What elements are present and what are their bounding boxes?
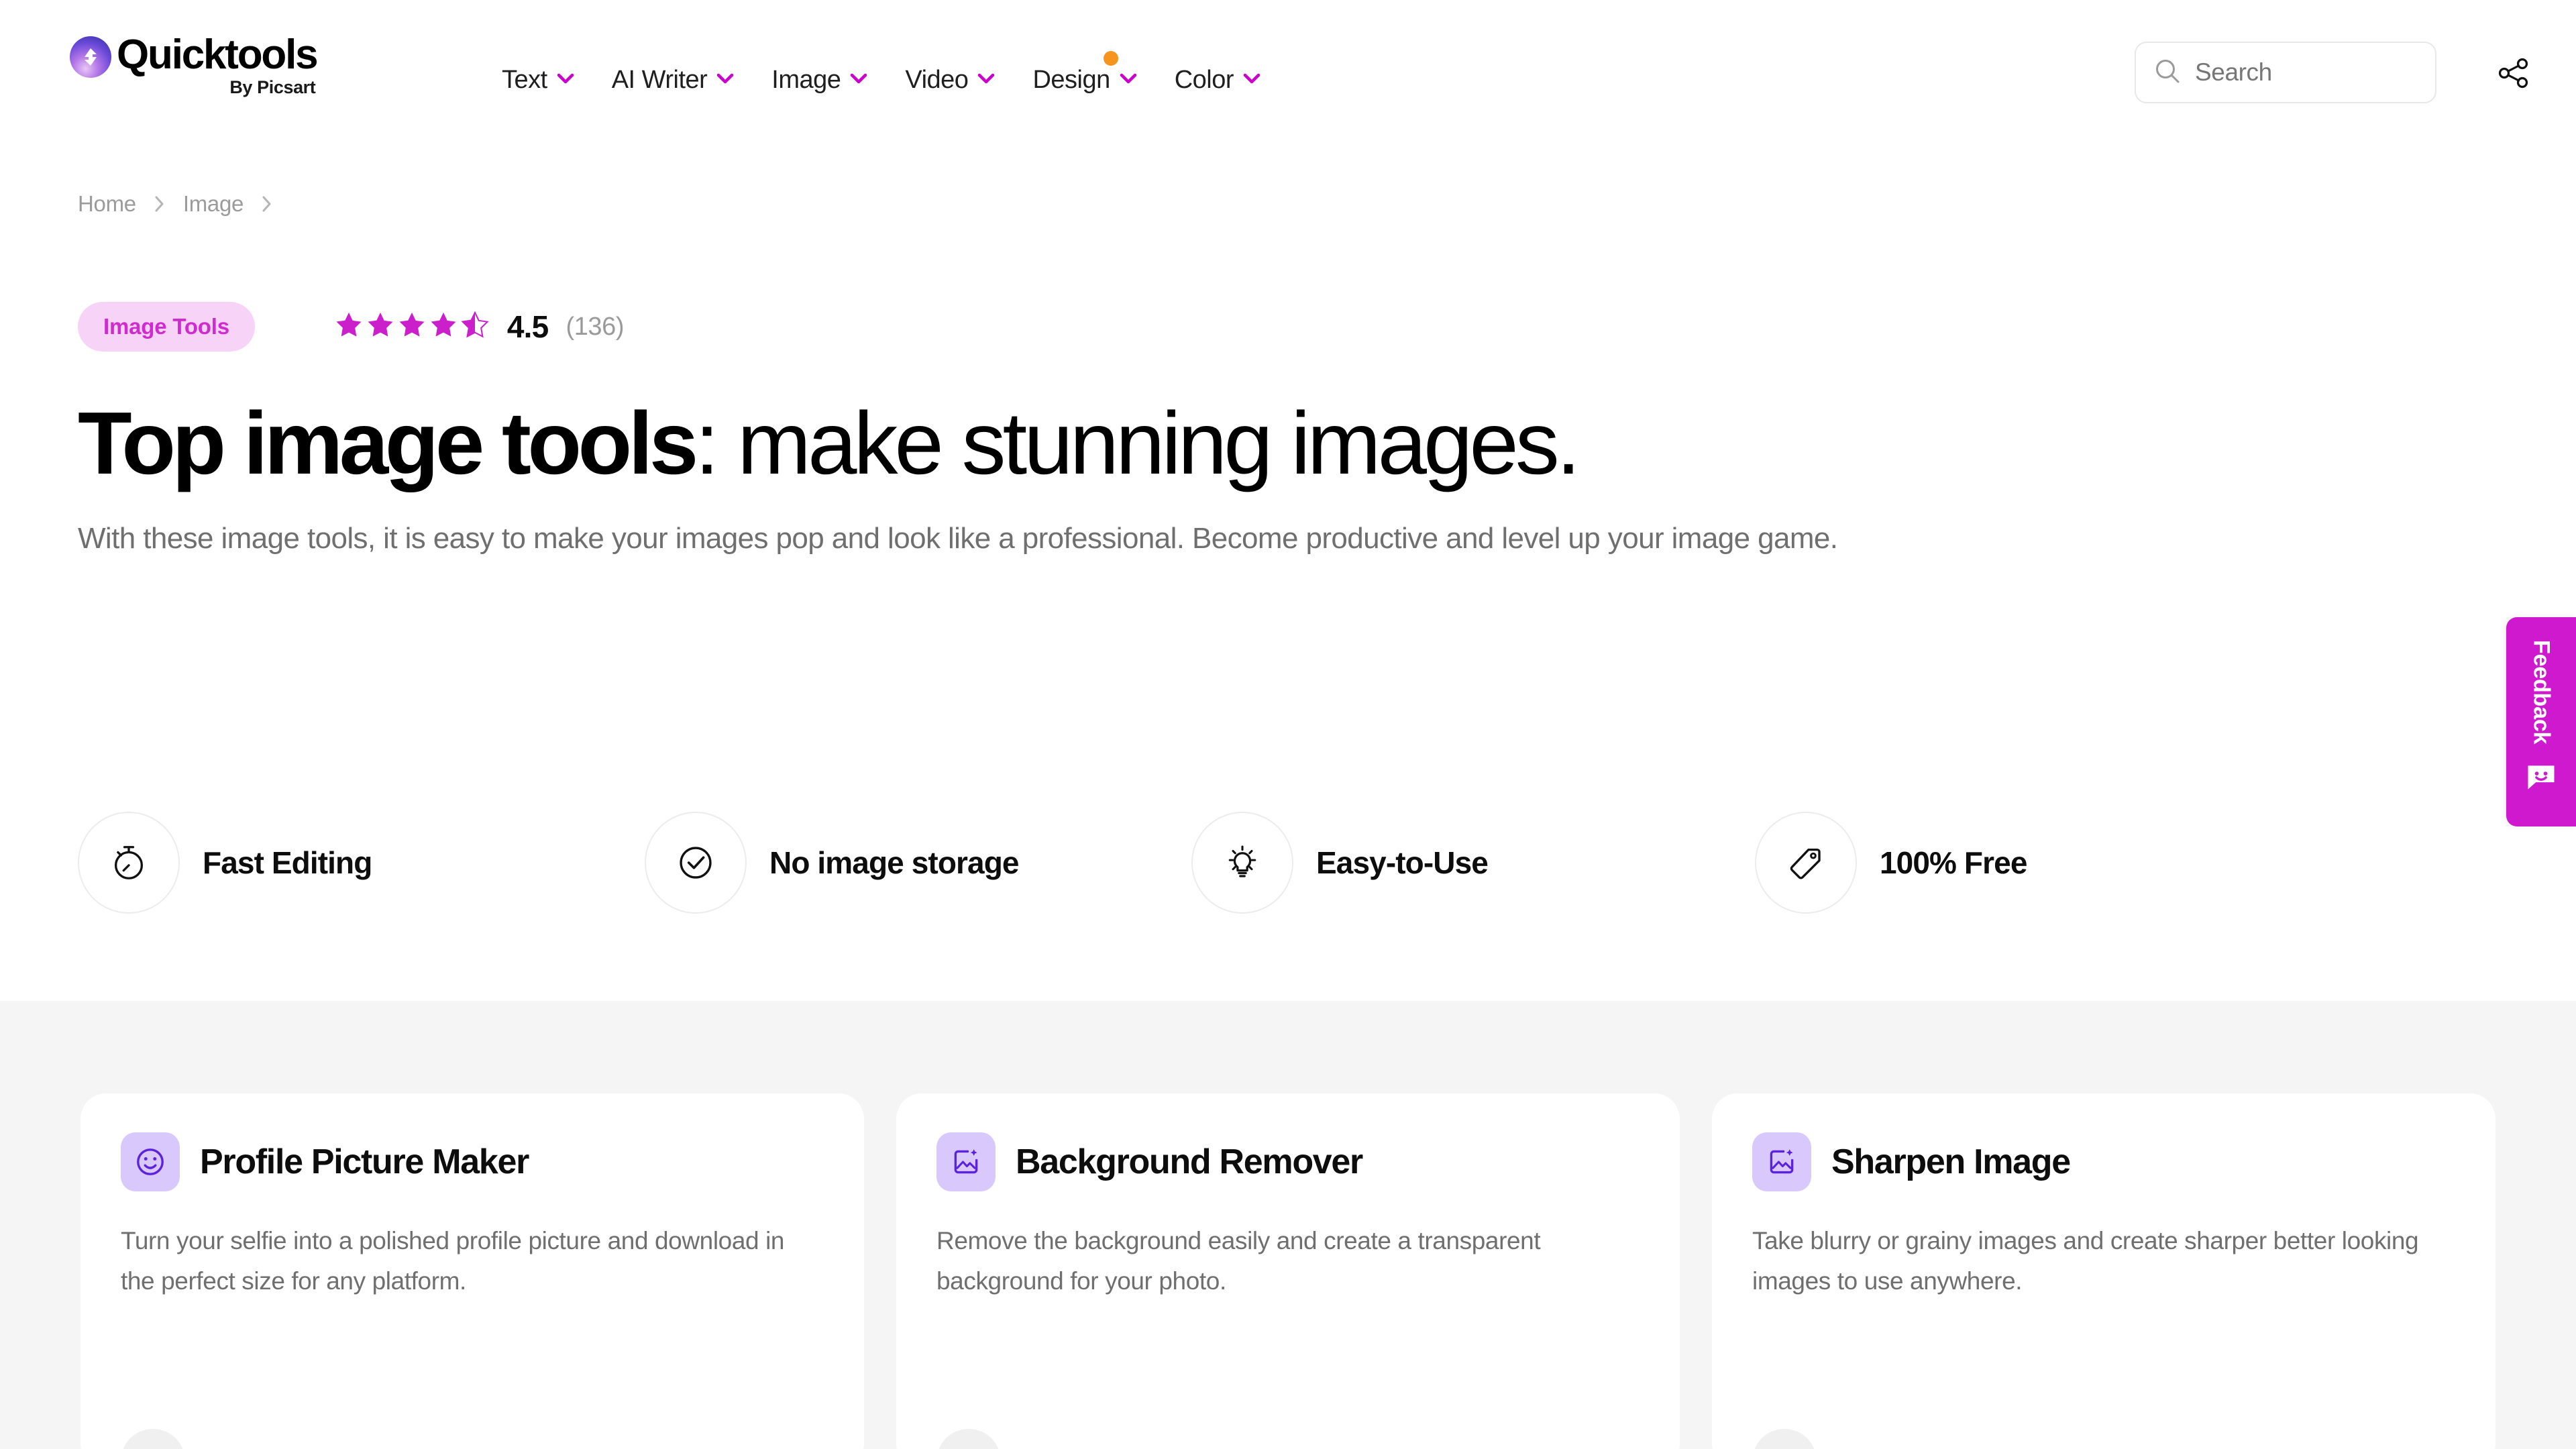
tool-card-sharpen-image[interactable]: Sharpen Image Take blurry or grainy imag… [1712, 1093, 2496, 1449]
rating-value: 4.5 [506, 309, 549, 344]
tool-header: Sharpen Image [1752, 1132, 2455, 1191]
arrow-right-icon[interactable] [121, 1429, 185, 1449]
image-sparkle-icon [936, 1132, 996, 1191]
nav-label: Text [502, 66, 547, 94]
stopwatch-icon [78, 812, 180, 914]
arrow-right-icon[interactable] [936, 1429, 1001, 1449]
chevron-down-icon [1120, 73, 1137, 87]
quicktools-logo-icon [70, 36, 111, 78]
feedback-label: Feedback [2528, 640, 2555, 745]
nav-item-text[interactable]: Text [483, 59, 593, 101]
rating-count: (136) [566, 312, 625, 341]
chevron-down-icon [716, 73, 734, 87]
chevron-down-icon [977, 73, 995, 87]
new-badge-dot [1103, 51, 1118, 66]
tool-description: Turn your selfie into a polished profile… [121, 1227, 785, 1295]
chevron-down-icon [850, 73, 867, 87]
star-filled-icon [429, 311, 458, 343]
tool-title: Background Remover [1016, 1142, 1363, 1181]
hero-section: Image Tools 4.5 (136) Top image tools: m… [78, 302, 2426, 559]
tools-section: Profile Picture Maker Turn your selfie i… [0, 1001, 2576, 1449]
star-half-icon [460, 311, 490, 343]
feature-fast-editing: Fast Editing [78, 812, 645, 914]
arrow-right-icon[interactable] [1752, 1429, 1817, 1449]
hero-meta-row: Image Tools 4.5 (136) [78, 302, 2426, 352]
star-rating [334, 311, 490, 343]
feature-easy-to-use: Easy-to-Use [1191, 812, 1755, 914]
page-title-strong: Top image tools [78, 394, 698, 492]
tool-header: Background Remover [936, 1132, 1640, 1191]
nav-label: Image [771, 66, 841, 94]
star-filled-icon [397, 311, 427, 343]
lightbulb-icon [1191, 812, 1293, 914]
feature-no-image-storage: No image storage [645, 812, 1191, 914]
tool-card-profile-picture-maker[interactable]: Profile Picture Maker Turn your selfie i… [80, 1093, 864, 1449]
search-input[interactable] [2195, 58, 2418, 87]
nav-item-design[interactable]: Design [1014, 51, 1155, 101]
search-box[interactable] [2135, 42, 2436, 103]
tool-description: Remove the background easily and create … [936, 1227, 1541, 1295]
brand-text: Quicktools By Picsart [117, 34, 319, 98]
brand-name: Quicktools [117, 32, 319, 78]
page-root: Quicktools By Picsart Text AI Writer Ima… [0, 0, 2576, 1449]
breadcrumb: Home Image [78, 191, 290, 217]
brand-tagline: By Picsart [229, 77, 316, 98]
feedback-tab[interactable]: Feedback [2506, 617, 2576, 826]
feature-100-percent-free: 100% Free [1755, 812, 2027, 914]
chevron-down-icon [1243, 73, 1260, 87]
nav-label: Design [1032, 66, 1110, 94]
star-filled-icon [366, 311, 395, 343]
feature-label: Easy-to-Use [1316, 845, 1489, 880]
tool-card-background-remover[interactable]: Background Remover Remove the background… [896, 1093, 1680, 1449]
chat-smiley-icon [2524, 759, 2559, 794]
nav-item-video[interactable]: Video [886, 59, 1014, 101]
chevron-down-icon [557, 73, 574, 87]
nav-label: Video [905, 66, 969, 94]
category-tag[interactable]: Image Tools [78, 302, 255, 352]
share-icon [2496, 55, 2532, 95]
check-circle-icon [645, 812, 747, 914]
tool-title: Sharpen Image [1831, 1142, 2071, 1181]
nav-label: AI Writer [611, 66, 708, 94]
tool-header: Profile Picture Maker [121, 1132, 824, 1191]
nav-item-color[interactable]: Color [1156, 59, 1279, 101]
brand-logo[interactable]: Quicktools By Picsart [70, 34, 319, 98]
feature-list: Fast Editing No image storage Easy-to-Us… [78, 812, 2027, 914]
rating-group: 4.5 (136) [334, 309, 625, 345]
page-title-rest: : make stunning images. [694, 394, 1581, 492]
hero-subtitle: With these image tools, it is easy to ma… [78, 521, 1838, 555]
breadcrumb-item-home[interactable]: Home [78, 191, 136, 217]
chevron-right-icon [261, 195, 273, 213]
feature-label: No image storage [769, 845, 1019, 880]
smiley-face-icon [121, 1132, 180, 1191]
main-navigation: Text AI Writer Image Video Design Color [483, 51, 1279, 101]
feature-label: Fast Editing [203, 845, 372, 880]
share-button[interactable] [2491, 52, 2536, 97]
tools-grid: Profile Picture Maker Turn your selfie i… [80, 1093, 2496, 1449]
feature-label: 100% Free [1880, 845, 2027, 880]
image-sparkle-icon [1752, 1132, 1811, 1191]
chevron-right-icon [154, 195, 166, 213]
nav-label: Color [1174, 66, 1234, 94]
page-title: Top image tools: make stunning images. [78, 394, 2426, 492]
price-tag-icon [1755, 812, 1857, 914]
breadcrumb-item-image[interactable]: Image [183, 191, 244, 217]
search-icon [2153, 57, 2182, 89]
star-filled-icon [334, 311, 364, 343]
tool-title: Profile Picture Maker [200, 1142, 529, 1181]
tool-description: Take blurry or grainy images and create … [1752, 1227, 2419, 1295]
nav-item-image[interactable]: Image [753, 59, 886, 101]
nav-item-ai-writer[interactable]: AI Writer [593, 59, 753, 101]
site-header: Quicktools By Picsart Text AI Writer Ima… [0, 0, 2576, 161]
